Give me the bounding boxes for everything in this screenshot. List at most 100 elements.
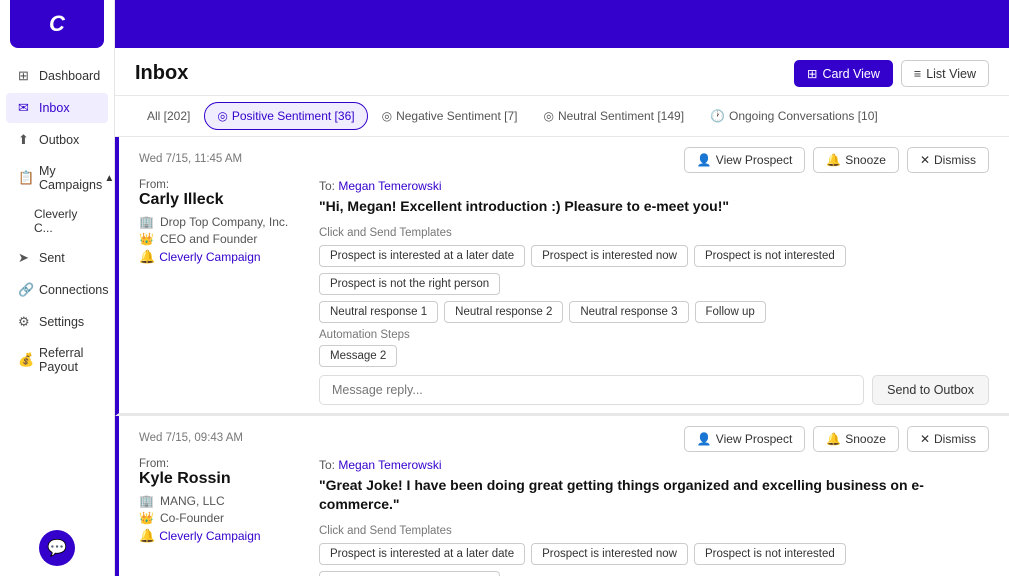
tab-all-label: All [202] <box>147 109 190 123</box>
main-content: Inbox ⊞ Card View ≡ List View All [202] … <box>115 0 1009 576</box>
email-2-from-label: From: <box>139 458 299 470</box>
email-2-campaign-row[interactable]: 🔔 Cleverly Campaign <box>139 528 299 544</box>
sidebar-item-label: Sent <box>39 251 65 265</box>
template-btn-interested-now-1[interactable]: Prospect is interested now <box>531 245 688 267</box>
sidebar-item-outbox[interactable]: ⬆ Outbox <box>6 125 108 155</box>
content-area: Inbox ⊞ Card View ≡ List View All [202] … <box>115 48 1009 576</box>
email-card-2: Wed 7/15, 09:43 AM 👤 View Prospect 🔔 Sno… <box>115 416 1009 576</box>
email-1-company: Drop Top Company, Inc. <box>160 215 288 229</box>
email-1-reply-row: Send to Outbox <box>319 375 989 405</box>
sidebar-item-sent[interactable]: ➤ Sent <box>6 243 108 273</box>
tab-neutral[interactable]: ◎ Neutral Sentiment [149] <box>531 103 696 129</box>
email-1-quote: "Hi, Megan! Excellent introduction :) Pl… <box>319 197 989 217</box>
tab-negative[interactable]: ◎ Negative Sentiment [7] <box>370 103 530 129</box>
settings-icon: ⚙ <box>18 314 32 330</box>
template-btn-neutral-2-1[interactable]: Neutral response 2 <box>444 301 563 323</box>
sidebar-item-settings[interactable]: ⚙ Settings <box>6 307 108 337</box>
email-list: Wed 7/15, 11:45 AM 👤 View Prospect 🔔 Sno… <box>115 137 1009 576</box>
email-2-from-name: Kyle Rossin <box>139 470 299 488</box>
sidebar-item-connections[interactable]: 🔗 Connections <box>6 275 108 305</box>
list-view-button[interactable]: ≡ List View <box>901 60 989 87</box>
tab-ongoing[interactable]: 🕐 Ongoing Conversations [10] <box>698 103 890 129</box>
company-icon: 🏢 <box>139 215 154 229</box>
dismiss-button-1[interactable]: ✕ Dismiss <box>907 147 989 173</box>
email-2-title-row: 👑 Co-Founder <box>139 511 299 525</box>
email-1-timestamp: Wed 7/15, 11:45 AM <box>139 153 242 165</box>
sidebar-item-referral-payout[interactable]: 💰 Referral Payout <box>6 339 108 381</box>
sidebar-item-label: Referral Payout <box>39 346 96 374</box>
logo-icon: C <box>49 11 65 37</box>
snooze-label: Snooze <box>845 153 886 167</box>
email-2-actions: 👤 View Prospect 🔔 Snooze ✕ Dismiss <box>684 426 989 452</box>
sidebar-item-inbox[interactable]: ✉ Inbox <box>6 93 108 123</box>
chat-icon: 💬 <box>47 538 67 558</box>
automation-step-1-1[interactable]: Message 2 <box>319 345 397 367</box>
sidebar-navigation: ⊞ Dashboard ✉ Inbox ⬆ Outbox 📋 My Campai… <box>0 56 114 520</box>
view-prospect-button-1[interactable]: 👤 View Prospect <box>684 147 805 173</box>
positive-icon: ◎ <box>217 109 227 123</box>
template-btn-interested-later-1[interactable]: Prospect is interested at a later date <box>319 245 525 267</box>
sidebar-item-dashboard[interactable]: ⊞ Dashboard <box>6 61 108 91</box>
outbox-icon: ⬆ <box>18 132 32 148</box>
view-prospect-label-2: View Prospect <box>716 432 792 446</box>
email-1-title-row: 👑 CEO and Founder <box>139 232 299 246</box>
sidebar-item-my-campaigns[interactable]: 📋 My Campaigns ▲ <box>6 157 108 199</box>
template-btn-not-interested-2[interactable]: Prospect is not interested <box>694 543 846 565</box>
dismiss-button-2[interactable]: ✕ Dismiss <box>907 426 989 452</box>
tab-neutral-label: Neutral Sentiment [149] <box>558 109 684 123</box>
email-1-to-name[interactable]: Megan Temerowski <box>338 179 441 193</box>
email-2-campaign: Cleverly Campaign <box>159 529 260 543</box>
sidebar-item-label: Dashboard <box>39 69 100 83</box>
snooze-icon-2: 🔔 <box>826 432 841 446</box>
dismiss-icon-2: ✕ <box>920 432 930 446</box>
email-2-title: Co-Founder <box>160 511 224 525</box>
email-1-templates-row-2: Neutral response 1 Neutral response 2 Ne… <box>319 301 989 323</box>
reply-input-1[interactable] <box>319 375 864 405</box>
template-btn-interested-now-2[interactable]: Prospect is interested now <box>531 543 688 565</box>
template-btn-not-right-person-1[interactable]: Prospect is not the right person <box>319 273 500 295</box>
list-view-label: List View <box>926 67 976 81</box>
chevron-icon: ▲ <box>104 173 114 184</box>
send-button-1[interactable]: Send to Outbox <box>872 375 989 405</box>
email-1-templates-row-1: Prospect is interested at a later date P… <box>319 245 989 295</box>
sidebar-item-cleverly-c[interactable]: Cleverly C... <box>6 201 108 241</box>
negative-icon: ◎ <box>382 109 392 123</box>
view-prospect-label: View Prospect <box>716 153 792 167</box>
campaign-bell-icon-2: 🔔 <box>139 528 155 544</box>
tab-all[interactable]: All [202] <box>135 103 202 129</box>
title-icon-2: 👑 <box>139 511 154 525</box>
email-2-to-name[interactable]: Megan Temerowski <box>338 458 441 472</box>
campaigns-icon: 📋 <box>18 170 32 186</box>
snooze-icon: 🔔 <box>826 153 841 167</box>
sidebar-item-label: Connections <box>39 283 109 297</box>
card-view-button[interactable]: ⊞ Card View <box>794 60 893 87</box>
sidebar-item-label: Outbox <box>39 133 79 147</box>
sidebar-logo: C <box>10 0 104 48</box>
chat-button[interactable]: 💬 <box>39 530 75 566</box>
email-2-company: MANG, LLC <box>160 494 225 508</box>
email-1-automation-steps: Message 2 <box>319 345 989 367</box>
template-btn-not-interested-1[interactable]: Prospect is not interested <box>694 245 846 267</box>
email-1-automation-label: Automation Steps <box>319 329 989 341</box>
email-2-to-label: To: <box>319 458 335 472</box>
sent-icon: ➤ <box>18 250 32 266</box>
template-btn-interested-later-2[interactable]: Prospect is interested at a later date <box>319 543 525 565</box>
neutral-icon: ◎ <box>543 109 553 123</box>
tab-positive[interactable]: ◎ Positive Sentiment [36] <box>204 102 367 130</box>
top-bar <box>115 0 1009 48</box>
dismiss-label: Dismiss <box>934 153 976 167</box>
snooze-label-2: Snooze <box>845 432 886 446</box>
template-btn-neutral-1-1[interactable]: Neutral response 1 <box>319 301 438 323</box>
template-btn-not-right-person-2[interactable]: Prospect is not the right person <box>319 571 500 576</box>
view-prospect-button-2[interactable]: 👤 View Prospect <box>684 426 805 452</box>
sidebar-item-label: Inbox <box>39 101 70 115</box>
snooze-button-1[interactable]: 🔔 Snooze <box>813 147 899 173</box>
snooze-button-2[interactable]: 🔔 Snooze <box>813 426 899 452</box>
email-1-campaign-row[interactable]: 🔔 Cleverly Campaign <box>139 249 299 265</box>
page-header: Inbox ⊞ Card View ≡ List View <box>115 48 1009 96</box>
template-btn-follow-up-1[interactable]: Follow up <box>695 301 766 323</box>
page-title: Inbox <box>135 62 188 85</box>
email-1-campaign: Cleverly Campaign <box>159 250 260 264</box>
email-2-quote: "Great Joke! I have been doing great get… <box>319 476 989 515</box>
template-btn-neutral-3-1[interactable]: Neutral response 3 <box>569 301 688 323</box>
